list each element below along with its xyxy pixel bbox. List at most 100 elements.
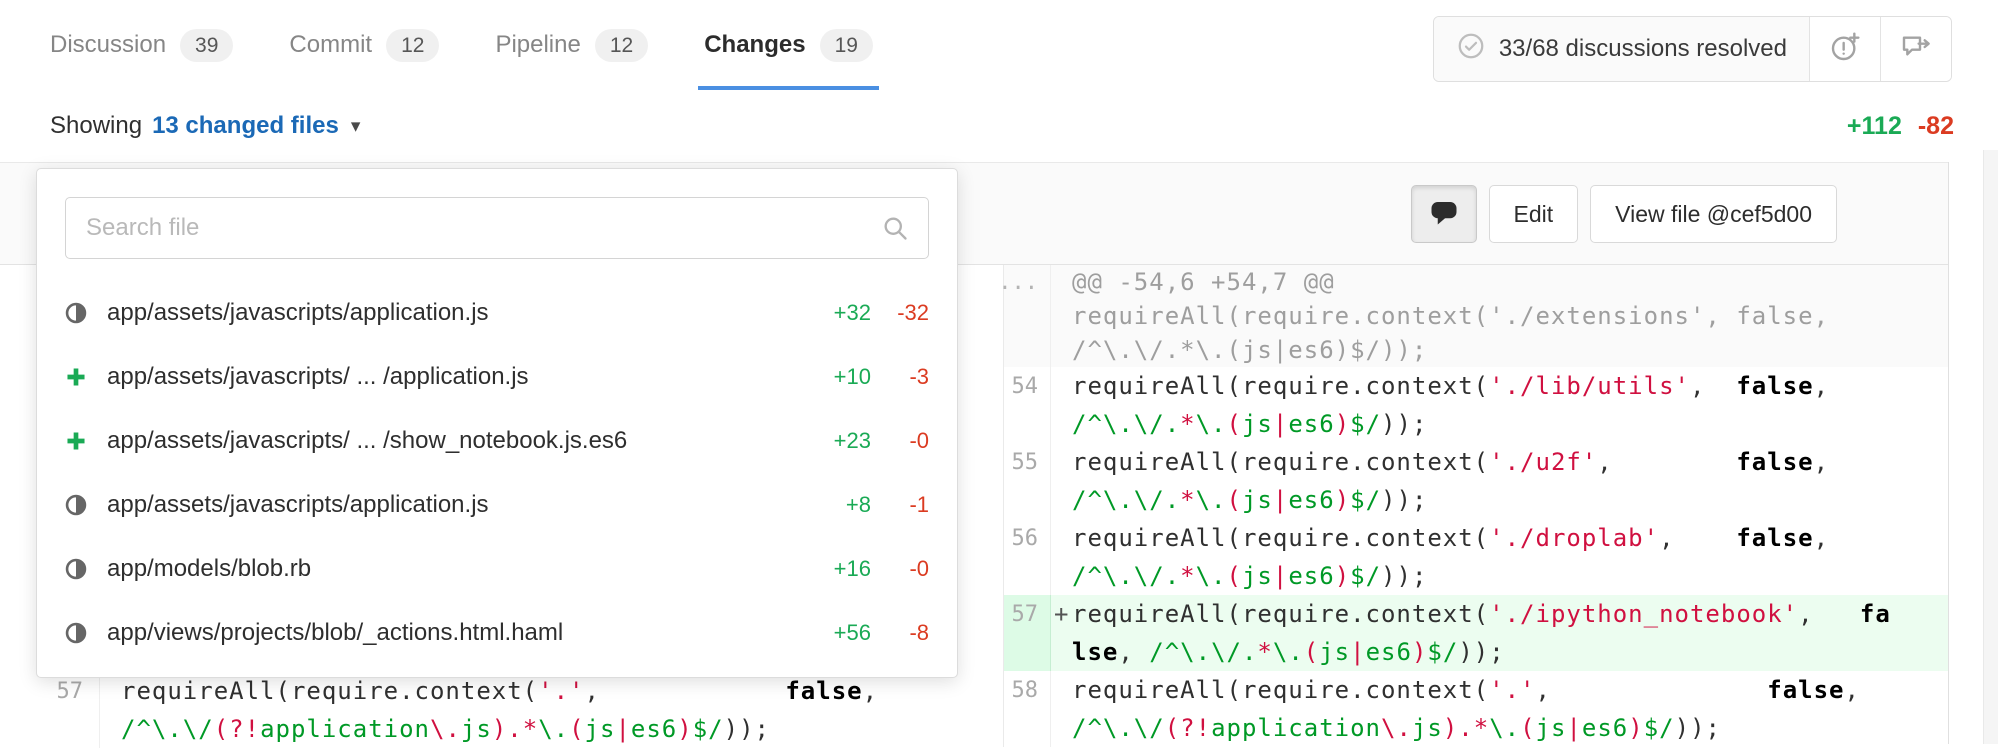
code-text: requireAll(require.context('./u2f', fals… [1072, 443, 1829, 481]
edit-button[interactable]: Edit [1489, 185, 1579, 243]
line-number-gutter: ... [1004, 265, 1051, 299]
page-right-strip [1983, 150, 1998, 744]
changed-files-dropdown-panel: app/assets/javascripts/application.js+32… [36, 168, 958, 678]
line-number-gutter [1004, 633, 1051, 671]
search-file-input[interactable] [65, 197, 929, 259]
file-modified-icon [65, 302, 107, 324]
code-text: requireAll(require.context('./droplab', … [1072, 519, 1829, 557]
diff-marker: + [1051, 595, 1072, 633]
diff-line: /^\.\/.*\.(js|es6)$/)); [1004, 481, 1948, 519]
showing-label: Showing [50, 112, 142, 140]
file-name: app/assets/javascripts/ ... /show_notebo… [107, 427, 805, 455]
diff-marker [1051, 299, 1072, 333]
diff-marker [1051, 405, 1072, 443]
line-number-gutter [1004, 405, 1051, 443]
file-name: app/views/projects/blob/_actions.html.ha… [107, 619, 805, 647]
code-text: /^\.\/.*\.(js|es6)$/)); [1072, 333, 1427, 367]
file-deletions: -8 [871, 620, 929, 646]
diff-marker [1051, 633, 1072, 671]
caret-down-icon[interactable]: ▾ [351, 115, 361, 138]
total-deletions: -82 [1918, 112, 1954, 141]
file-additions: +56 [805, 620, 871, 646]
line-number-gutter[interactable]: 54 [1004, 367, 1051, 405]
diff-line: /^\.\/.*\.(js|es6)$/)); [1004, 557, 1948, 595]
diff-marker [1051, 367, 1072, 405]
tab-count-badge: 19 [820, 29, 873, 62]
tab-pipeline[interactable]: Pipeline 12 [495, 0, 648, 90]
toggle-comments-button[interactable] [1411, 185, 1477, 243]
jump-to-next-discussion-button[interactable] [1880, 17, 1951, 81]
file-name: app/assets/javascripts/application.js [107, 299, 805, 327]
file-list-item[interactable]: app/assets/javascripts/ ... /application… [65, 345, 929, 409]
diff-line: /^\.\/(?!application\.js).*\.(js|es6)$/)… [1004, 709, 1948, 747]
diff-line: 55 requireAll(require.context('./u2f', fa… [1004, 443, 1948, 481]
file-added-icon [65, 366, 107, 388]
tab-label: Discussion [50, 31, 166, 59]
code-text: /^\.\/.*\.(js|es6)$/)); [1072, 557, 1427, 595]
tab-label: Commit [289, 31, 372, 59]
tab-label: Pipeline [495, 31, 580, 59]
tab-commit[interactable]: Commit12 [289, 0, 439, 90]
file-additions: +10 [805, 364, 871, 390]
resolve-in-new-issue-button[interactable] [1809, 17, 1880, 81]
changed-files-dropdown-link[interactable]: 13 changed files [152, 112, 339, 140]
changed-files-subheader: Showing 13 changed files ▾ +112 -82 [0, 90, 1998, 162]
code-text: requireAll(require.context('./extensions… [1072, 299, 1829, 333]
diff-marker [1051, 557, 1072, 595]
total-additions: +112 [1847, 112, 1902, 141]
line-number-gutter [1004, 333, 1051, 367]
file-list-item[interactable]: app/assets/javascripts/application.js+32… [65, 281, 929, 345]
file-list-item[interactable]: app/assets/javascripts/ ... /show_notebo… [65, 409, 929, 473]
diff-match-line: requireAll(require.context('./extensions… [1004, 299, 1948, 333]
line-number-gutter[interactable]: 55 [1004, 443, 1051, 481]
discussions-resolved-button[interactable]: 33/68 discussions resolved [1434, 17, 1809, 81]
diff-marker [1051, 671, 1072, 709]
file-list-item[interactable]: app/views/projects/blob/_actions.html.ha… [65, 601, 929, 665]
line-number-gutter [0, 710, 100, 748]
diff-right-pane: ...@@ -54,6 +54,7 @@requireAll(require.c… [1003, 265, 1948, 747]
tab-count-badge: 12 [595, 29, 648, 62]
diff-match-line: ... @@ -54,6 +54,7 @@ [1004, 265, 1948, 299]
search-icon [881, 214, 909, 247]
line-number-gutter[interactable]: 58 [1004, 671, 1051, 709]
file-deletions: -0 [871, 428, 929, 454]
diff-marker [1051, 265, 1072, 299]
line-number-gutter [1004, 299, 1051, 333]
diff-match-line: /^\.\/.*\.(js|es6)$/)); [1004, 333, 1948, 367]
tab-bar: Discussion39Commit12Pipeline12Changes19 … [0, 0, 1998, 91]
line-number-gutter[interactable]: 56 [1004, 519, 1051, 557]
diff-marker [1051, 519, 1072, 557]
diff-line: 54requireAll(require.context('./lib/util… [1004, 367, 1948, 405]
file-name: app/assets/javascripts/application.js [107, 491, 805, 519]
file-list: app/assets/javascripts/application.js+32… [65, 281, 929, 665]
diff-line-added: lse, /^\.\/.*\.(js|es6)$/)); [1004, 633, 1948, 671]
diff-line: 56 requireAll(require.context('./droplab'… [1004, 519, 1948, 557]
diff-line: 58requireAll(require.context('.', false, [1004, 671, 1948, 709]
file-deletions: -0 [871, 556, 929, 582]
discussions-resolved-label: 33/68 discussions resolved [1499, 35, 1787, 63]
tab-count-badge: 39 [180, 29, 233, 62]
line-number-gutter [1004, 557, 1051, 595]
code-text: @@ -54,6 +54,7 @@ [1072, 265, 1335, 299]
diff-marker [1051, 443, 1072, 481]
tab-discussion[interactable]: Discussion 39 [50, 0, 233, 90]
comment-icon [1429, 197, 1459, 232]
file-deletions: -32 [871, 300, 929, 326]
comment-next-icon [1900, 31, 1932, 68]
diff-marker [1051, 481, 1072, 519]
file-modified-icon [65, 622, 107, 644]
tab-changes[interactable]: Changes19 [704, 0, 873, 90]
file-additions: +16 [805, 556, 871, 582]
file-deletions: -1 [871, 492, 929, 518]
diff-line-added: 57+requireAll(require.context('./ipython… [1004, 595, 1948, 633]
line-number-gutter[interactable]: 57 [1004, 595, 1051, 633]
diff-marker [1051, 333, 1072, 367]
view-file-button[interactable]: View file @cef5d00 [1590, 185, 1837, 243]
discussions-resolved-group: 33/68 discussions resolved [1433, 16, 1952, 82]
diff-left-pane: 57requireAll(require.context('.', false,… [0, 672, 1003, 748]
diff-marker [100, 710, 121, 748]
file-list-item[interactable]: app/assets/javascripts/application.js+8-… [65, 473, 929, 537]
file-list-item[interactable]: app/models/blob.rb+16-0 [65, 537, 929, 601]
diff-pane-border [1948, 162, 1949, 744]
line-number-gutter [1004, 709, 1051, 747]
